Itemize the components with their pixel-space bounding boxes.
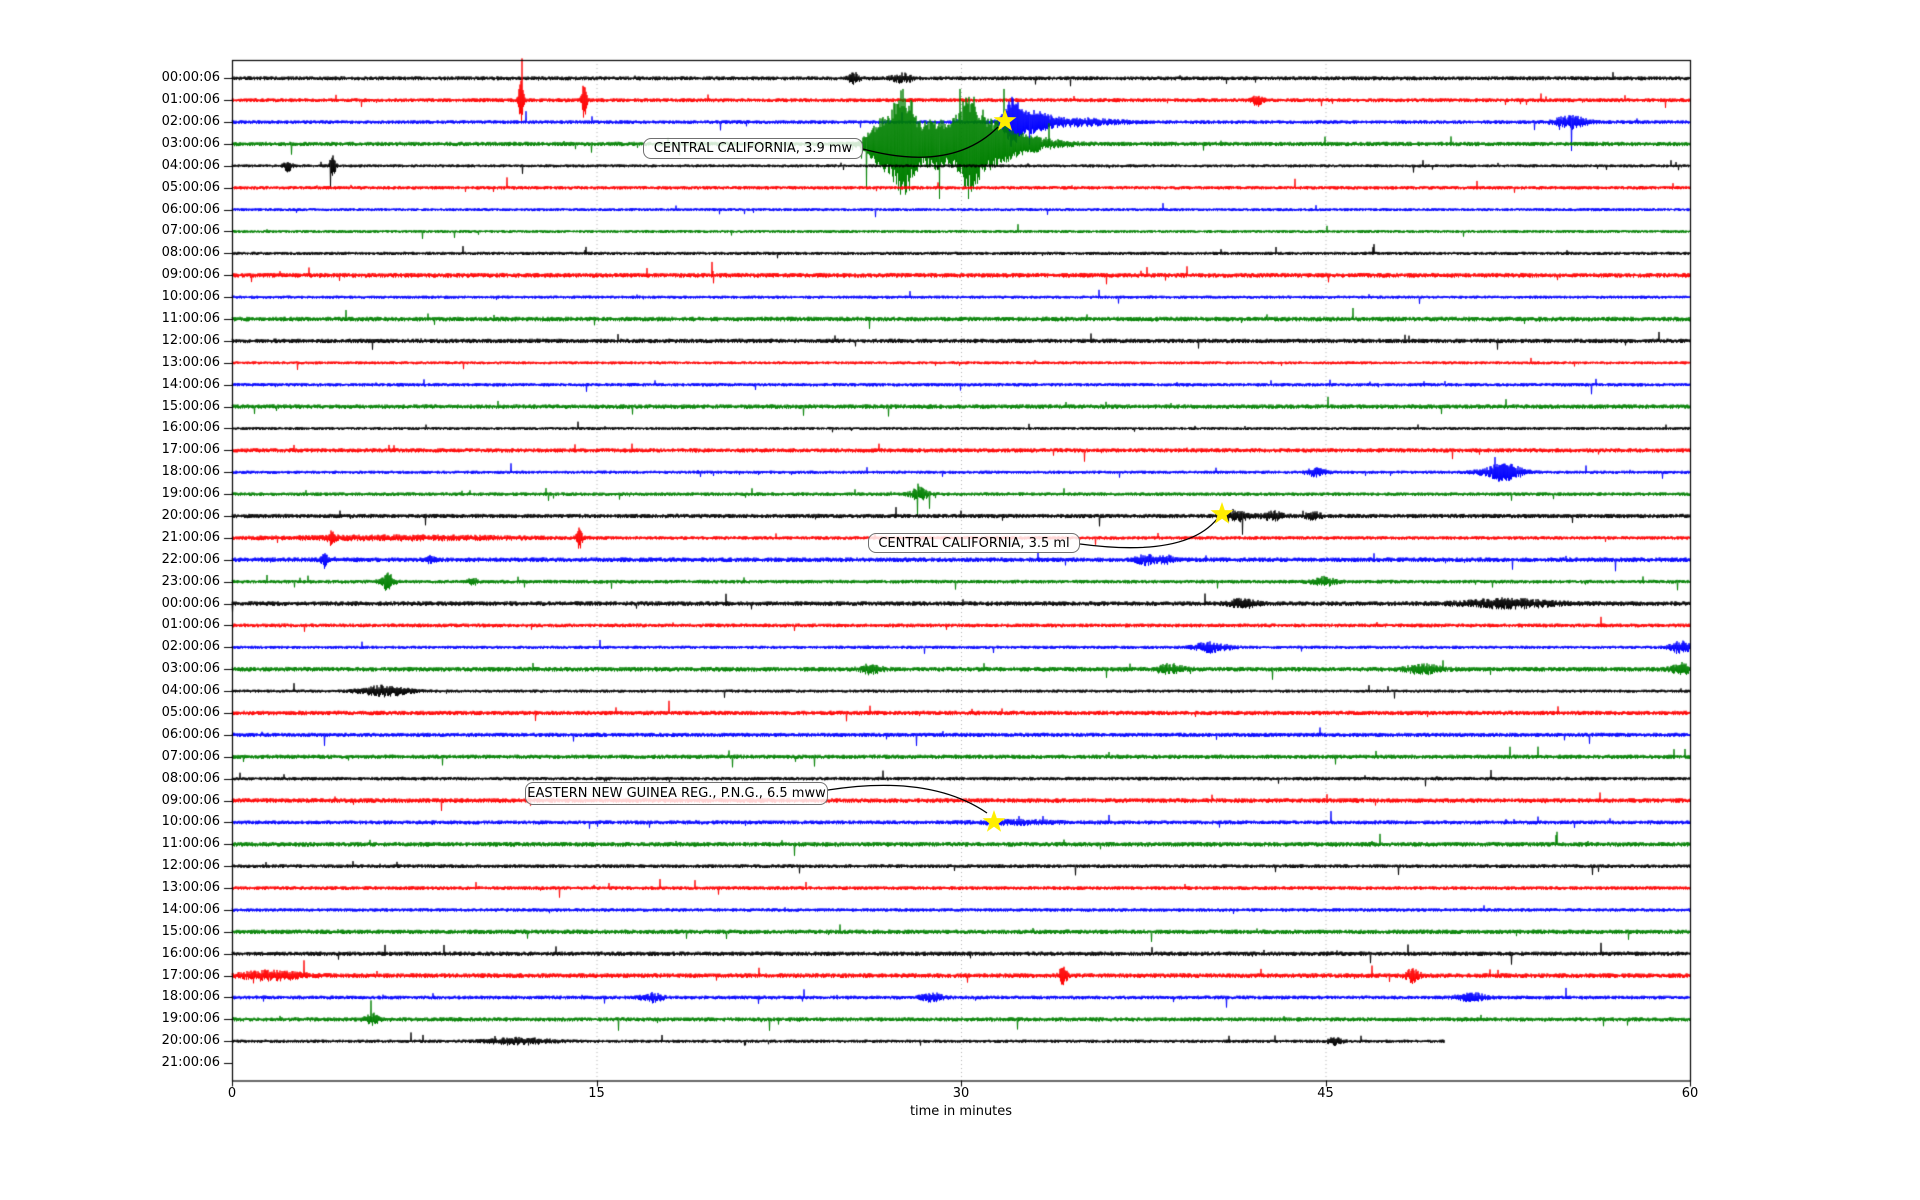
event-annotation-box: EASTERN NEW GUINEA REG., P.N.G., 6.5 mww [525, 782, 828, 805]
trace-time-label: 13:00:06 [161, 880, 220, 896]
trace-time-label: 00:00:06 [161, 70, 220, 86]
trace-time-label: 19:00:06 [161, 1011, 220, 1027]
trace-time-label: 02:00:06 [161, 114, 220, 130]
trace-time-label: 20:00:06 [161, 508, 220, 523]
trace-time-label: 10:00:06 [161, 289, 220, 305]
trace-time-label: 06:00:06 [161, 726, 220, 742]
trace-time-label: 04:00:06 [161, 683, 220, 699]
trace-time-label: 23:00:06 [161, 573, 220, 589]
trace-time-label: 04:00:06 [161, 157, 220, 173]
trace-time-label: 14:00:06 [161, 376, 220, 392]
trace-time-label: 03:00:06 [161, 661, 220, 677]
x-tick-label: 0 [227, 1086, 237, 1101]
trace-time-label: 08:00:06 [161, 245, 220, 261]
trace-time-label: 21:00:06 [161, 1055, 220, 1071]
trace-time-label: 22:00:06 [161, 551, 220, 567]
trace-time-label: 16:00:06 [161, 945, 220, 961]
trace-time-label: 08:00:06 [161, 770, 220, 786]
seismogram-figure: US.EDHPI.00.BHZ 00:00:0601:00:0602:00:06… [0, 0, 1920, 1200]
waveform-canvas [0, 0, 1920, 1200]
trace-time-label: 20:00:06 [161, 1033, 220, 1049]
trace-time-label: 06:00:06 [161, 201, 220, 217]
trace-time-label: 05:00:06 [161, 704, 220, 720]
trace-time-label: 02:00:06 [161, 639, 220, 655]
x-axis-title: time in minutes [909, 1104, 1013, 1119]
trace-time-label: 13:00:06 [161, 354, 220, 370]
trace-time-label: 21:00:06 [161, 529, 220, 545]
trace-time-label: 10:00:06 [161, 814, 220, 830]
trace-time-label: 07:00:06 [161, 748, 220, 764]
trace-time-label: 03:00:06 [161, 135, 220, 151]
trace-time-label: 07:00:06 [161, 223, 220, 239]
trace-time-label: 12:00:06 [161, 858, 220, 874]
trace-time-label: 17:00:06 [161, 442, 220, 458]
event-annotation-box: CENTRAL CALIFORNIA, 3.9 mw [643, 138, 863, 159]
trace-time-label: 09:00:06 [161, 267, 220, 283]
trace-time-label: 01:00:06 [161, 617, 220, 633]
trace-time-label: 16:00:06 [161, 420, 220, 436]
x-tick-label: 45 [1317, 1086, 1334, 1101]
trace-time-label: 18:00:06 [161, 464, 220, 480]
x-tick-label: 60 [1681, 1086, 1699, 1101]
x-tick-label: 30 [952, 1086, 970, 1101]
trace-time-label: 15:00:06 [161, 398, 220, 414]
trace-time-label: 14:00:06 [161, 901, 220, 917]
trace-time-label: 12:00:06 [161, 332, 220, 348]
trace-time-label: 19:00:06 [161, 486, 220, 502]
x-tick-label: 15 [588, 1086, 605, 1101]
trace-time-label: 11:00:06 [161, 311, 220, 327]
trace-time-label: 15:00:06 [161, 923, 220, 939]
trace-time-label: 11:00:06 [161, 836, 220, 852]
trace-time-label: 05:00:06 [161, 179, 220, 195]
trace-time-label: 01:00:06 [161, 92, 220, 108]
trace-time-label: 17:00:06 [161, 967, 220, 983]
event-annotation-box: CENTRAL CALIFORNIA, 3.5 ml [868, 533, 1080, 553]
trace-time-label: 00:00:06 [161, 595, 220, 611]
trace-time-label: 09:00:06 [161, 792, 220, 808]
trace-time-label: 18:00:06 [161, 989, 220, 1005]
